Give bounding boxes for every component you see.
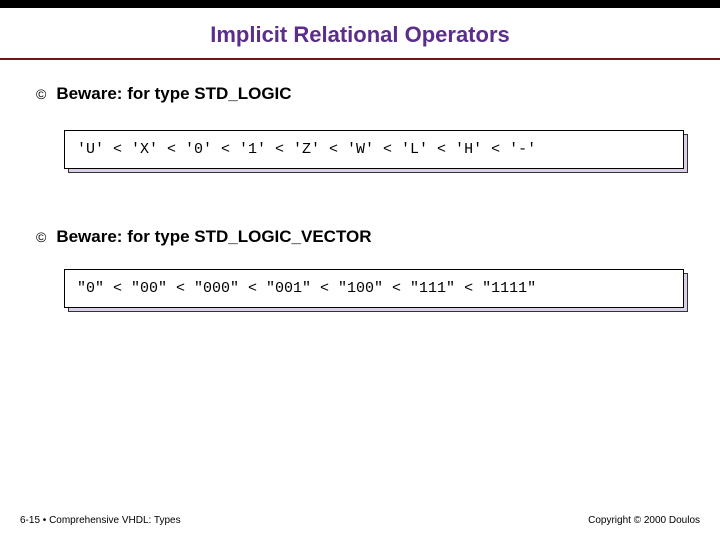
bullet-text-1: Beware: for type STD_LOGIC xyxy=(56,84,291,104)
bullet-row-1: © Beware: for type STD_LOGIC xyxy=(36,84,684,104)
codebox-1: 'U' < 'X' < '0' < '1' < 'Z' < 'W' < 'L' … xyxy=(64,130,684,169)
content-area: © Beware: for type STD_LOGIC 'U' < 'X' <… xyxy=(0,60,720,308)
codebox-2-wrap: "0" < "00" < "000" < "001" < "100" < "11… xyxy=(64,269,684,308)
codebox-1-wrap: 'U' < 'X' < '0' < '1' < 'Z' < 'W' < 'L' … xyxy=(64,130,684,169)
bullet-text-2: Beware: for type STD_LOGIC_VECTOR xyxy=(56,227,371,247)
copyright-icon: © xyxy=(36,84,46,104)
copyright-icon: © xyxy=(36,227,46,247)
slide-title: Implicit Relational Operators xyxy=(0,22,720,48)
bullet-row-2: © Beware: for type STD_LOGIC_VECTOR xyxy=(36,227,684,247)
top-black-bar xyxy=(0,0,720,8)
footer-right: Copyright © 2000 Doulos xyxy=(588,515,700,526)
codebox-2: "0" < "00" < "000" < "001" < "100" < "11… xyxy=(64,269,684,308)
footer-left: 6-15 • Comprehensive VHDL: Types xyxy=(20,515,181,526)
footer: 6-15 • Comprehensive VHDL: Types Copyrig… xyxy=(20,515,700,526)
